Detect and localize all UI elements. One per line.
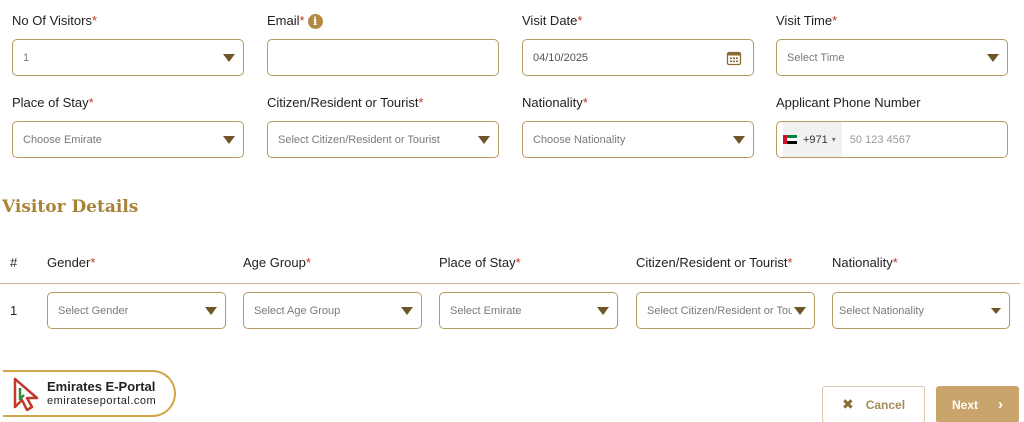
required-mark: * xyxy=(90,255,96,270)
section-title: Visitor Details xyxy=(2,197,139,217)
required-mark: * xyxy=(305,255,311,270)
visitor-nationality-select[interactable]: Select Nationality xyxy=(832,292,1010,329)
required-mark: * xyxy=(577,13,583,28)
info-icon[interactable]: i xyxy=(307,14,323,30)
visitors-count-select[interactable]: 1 xyxy=(12,39,244,76)
chevron-down-icon xyxy=(223,135,235,144)
logo-title: Emirates E-Portal xyxy=(47,378,156,394)
column-header-citizen-resident: Citizen/Resident or Tourist* xyxy=(636,255,793,270)
required-mark: * xyxy=(892,255,898,270)
label-visit-date: Visit Date* xyxy=(522,13,582,28)
column-header-text: Citizen/Resident or Tourist xyxy=(636,255,788,270)
required-mark: * xyxy=(832,13,838,28)
country-code: +971 xyxy=(803,133,828,146)
cancel-button[interactable]: ✖ Cancel xyxy=(822,386,925,422)
chevron-down-icon xyxy=(733,135,745,144)
visitor-citizen-resident-select[interactable]: Select Citizen/Resident or Tourist xyxy=(636,292,815,329)
logo-url: emirateseportal.com xyxy=(47,394,157,407)
close-icon: ✖ xyxy=(841,396,854,412)
column-header-gender: Gender* xyxy=(47,255,95,270)
label-place-of-stay: Place of Stay* xyxy=(12,95,94,110)
cursor-logo-icon xyxy=(13,377,39,411)
label-text: No Of Visitors xyxy=(12,13,92,28)
citizen-resident-select[interactable]: Select Citizen/Resident or Tourist xyxy=(267,121,499,158)
visitor-citizen-resident-placeholder: Select Citizen/Resident or Tourist xyxy=(647,304,792,317)
nationality-select[interactable]: Choose Nationality xyxy=(522,121,754,158)
column-header-age-group: Age Group* xyxy=(243,255,311,270)
place-of-stay-select[interactable]: Choose Emirate xyxy=(12,121,244,158)
cancel-label: Cancel xyxy=(865,397,906,412)
chevron-down-icon xyxy=(794,306,806,315)
label-text: Visit Time xyxy=(776,13,833,28)
required-mark: * xyxy=(91,13,98,28)
next-button[interactable]: Next › xyxy=(936,386,1019,422)
chevron-down-icon xyxy=(401,306,413,315)
citizen-resident-placeholder: Select Citizen/Resident or Tourist xyxy=(278,133,440,146)
label-email: Email* i xyxy=(267,13,323,30)
nationality-placeholder: Choose Nationality xyxy=(533,133,626,146)
column-header-text: Place of Stay xyxy=(439,255,516,270)
required-mark: * xyxy=(299,13,305,28)
visitor-nationality-placeholder: Select Nationality xyxy=(839,304,924,317)
chevron-down-icon xyxy=(478,135,490,144)
visit-date-value: 04/10/2025 xyxy=(533,51,589,64)
label-no-of-visitors: No Of Visitors* xyxy=(12,13,97,28)
chevron-down-icon xyxy=(991,307,1001,314)
chevron-right-icon: › xyxy=(998,396,1003,413)
emirates-eportal-logo: Emirates E-Portal emirateseportal.com xyxy=(3,370,176,417)
label-citizen-resident: Citizen/Resident or Tourist* xyxy=(267,95,424,110)
table-divider xyxy=(0,283,1020,284)
label-visit-time: Visit Time* xyxy=(776,13,837,28)
uae-flag-icon xyxy=(783,135,797,144)
phone-number-field[interactable]: +971 ▾ 50 123 4567 xyxy=(776,121,1008,158)
email-field[interactable] xyxy=(267,39,499,76)
chevron-down-icon: ▾ xyxy=(831,135,836,144)
column-header-nationality: Nationality* xyxy=(832,255,898,270)
visitors-count-value: 1 xyxy=(23,51,30,64)
row-index: 1 xyxy=(10,303,18,318)
visit-time-placeholder: Select Time xyxy=(787,51,845,64)
label-text: Visit Date xyxy=(522,13,578,28)
required-mark: * xyxy=(88,95,94,110)
chevron-down-icon xyxy=(597,306,609,315)
logo-text: Emirates E-Portal emirateseportal.com xyxy=(47,379,156,409)
age-group-placeholder: Select Age Group xyxy=(254,304,341,317)
calendar-icon[interactable] xyxy=(726,50,742,66)
label-nationality: Nationality* xyxy=(522,95,588,110)
label-text: Applicant Phone Number xyxy=(776,95,921,110)
place-of-stay-placeholder: Choose Emirate xyxy=(23,133,102,146)
label-phone-number: Applicant Phone Number xyxy=(776,95,921,110)
gender-placeholder: Select Gender xyxy=(58,304,129,317)
visit-time-select[interactable]: Select Time xyxy=(776,39,1008,76)
column-header-place-of-stay: Place of Stay* xyxy=(439,255,521,270)
visit-date-input[interactable]: 04/10/2025 xyxy=(522,39,754,76)
required-mark: * xyxy=(418,95,424,110)
visitor-place-of-stay-placeholder: Select Emirate xyxy=(450,304,522,317)
label-text: Citizen/Resident or Tourist xyxy=(267,95,419,110)
label-text: Email xyxy=(267,13,300,28)
visitor-place-of-stay-select[interactable]: Select Emirate xyxy=(439,292,618,329)
column-header-text: Age Group xyxy=(243,255,306,270)
column-header-text: Nationality xyxy=(832,255,893,270)
column-header-text: # xyxy=(10,255,18,270)
column-header-text: Gender xyxy=(47,255,91,270)
chevron-down-icon xyxy=(223,53,235,62)
next-label: Next xyxy=(951,397,978,412)
country-code-selector[interactable]: +971 ▾ xyxy=(783,122,842,157)
chevron-down-icon xyxy=(987,53,999,62)
phone-placeholder: 50 123 4567 xyxy=(849,133,911,146)
required-mark: * xyxy=(787,255,793,270)
label-text: Place of Stay xyxy=(12,95,89,110)
required-mark: * xyxy=(582,95,588,110)
column-header-index: # xyxy=(10,255,17,270)
label-text: Nationality xyxy=(522,95,583,110)
gender-select[interactable]: Select Gender xyxy=(47,292,226,329)
age-group-select[interactable]: Select Age Group xyxy=(243,292,422,329)
chevron-down-icon xyxy=(205,306,217,315)
required-mark: * xyxy=(515,255,521,270)
